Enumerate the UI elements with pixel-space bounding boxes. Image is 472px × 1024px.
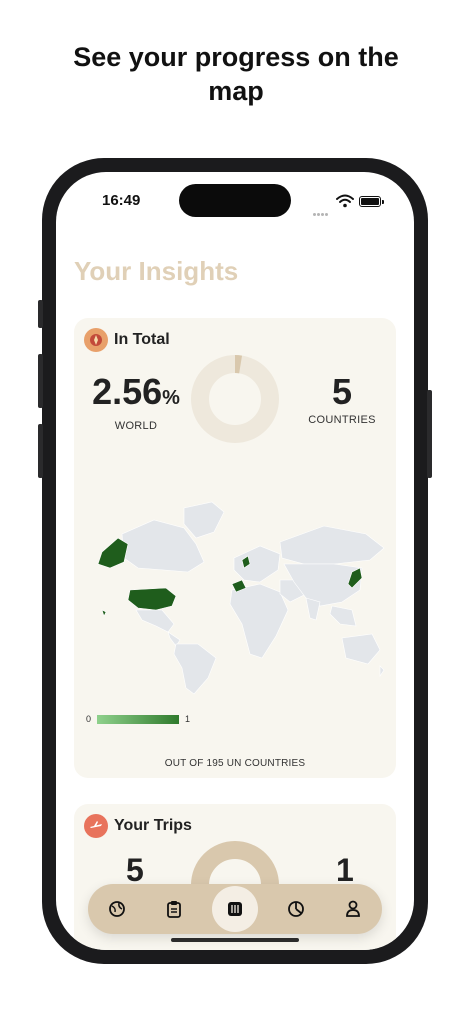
headline-line-2: map (208, 76, 264, 106)
signal-icon (313, 203, 331, 216)
tab-checklist[interactable] (154, 889, 194, 929)
pie-chart-icon (287, 901, 304, 917)
tab-globe[interactable] (97, 889, 137, 929)
countries-label: COUNTRIES (308, 414, 376, 426)
globe-icon (108, 901, 125, 917)
countries-value: 5 (331, 371, 353, 412)
map-africa (229, 583, 289, 659)
headline-line-1: See your progress on the (73, 42, 399, 72)
map-india (305, 597, 321, 621)
in-total-card: In Total 2.56% WORLD 5 COUNTRIES 0 1 OUT… (74, 318, 396, 778)
phone-screen: 16:49 Your Insights In Total 2.56% WORLD… (56, 172, 414, 950)
percent-sign: % (162, 387, 180, 409)
countries-footnote: OUT OF 195 UN COUNTRIES (164, 758, 306, 769)
your-trips-header: Your Trips (84, 814, 192, 838)
bottom-tab-bar (88, 884, 382, 934)
map-southeast-asia (329, 605, 357, 627)
world-progress-donut (191, 355, 279, 443)
map-mexico (135, 609, 175, 633)
map-greenland (183, 501, 225, 539)
legend-max: 1 (185, 714, 191, 724)
map-europe (233, 545, 281, 583)
in-total-title: In Total (114, 331, 170, 348)
tab-statistics[interactable] (276, 889, 316, 929)
power-button (427, 390, 432, 478)
dynamic-island (179, 184, 291, 217)
wifi-icon (336, 194, 354, 208)
volume-up-button (38, 354, 43, 408)
legend-min: 0 (86, 714, 92, 724)
your-trips-title: Your Trips (114, 817, 192, 834)
action-button (38, 300, 43, 328)
onboarding-headline: See your progress on the map (0, 40, 472, 108)
battery-icon (359, 196, 384, 207)
world-map (97, 501, 385, 695)
map-new-zealand (379, 665, 385, 677)
map-icon (227, 902, 242, 916)
map-visited-hawaii (101, 609, 107, 617)
legend-gradient (97, 714, 180, 724)
world-stat: 2.56% WORLD (86, 371, 186, 433)
map-australia (341, 633, 381, 665)
map-russia (279, 525, 385, 565)
volume-down-button (38, 424, 43, 478)
in-total-header: In Total (84, 328, 170, 352)
world-label: WORLD (114, 420, 158, 432)
map-visited-usa (127, 587, 177, 611)
status-time: 16:49 (102, 192, 141, 209)
map-visited-alaska (97, 537, 129, 569)
home-indicator (171, 938, 299, 942)
map-south-america (173, 643, 217, 695)
tab-map[interactable] (211, 886, 258, 932)
trips-badge-icon (84, 814, 108, 838)
countries-stat: 5 COUNTRIES (292, 371, 392, 427)
map-legend: 0 1 (86, 714, 190, 724)
person-icon (346, 900, 361, 917)
in-total-badge-icon (84, 328, 108, 352)
clipboard-icon (167, 901, 182, 918)
world-percent-value: 2.56 (92, 371, 163, 412)
page-title: Your Insights (74, 256, 239, 286)
tab-profile[interactable] (333, 889, 373, 929)
